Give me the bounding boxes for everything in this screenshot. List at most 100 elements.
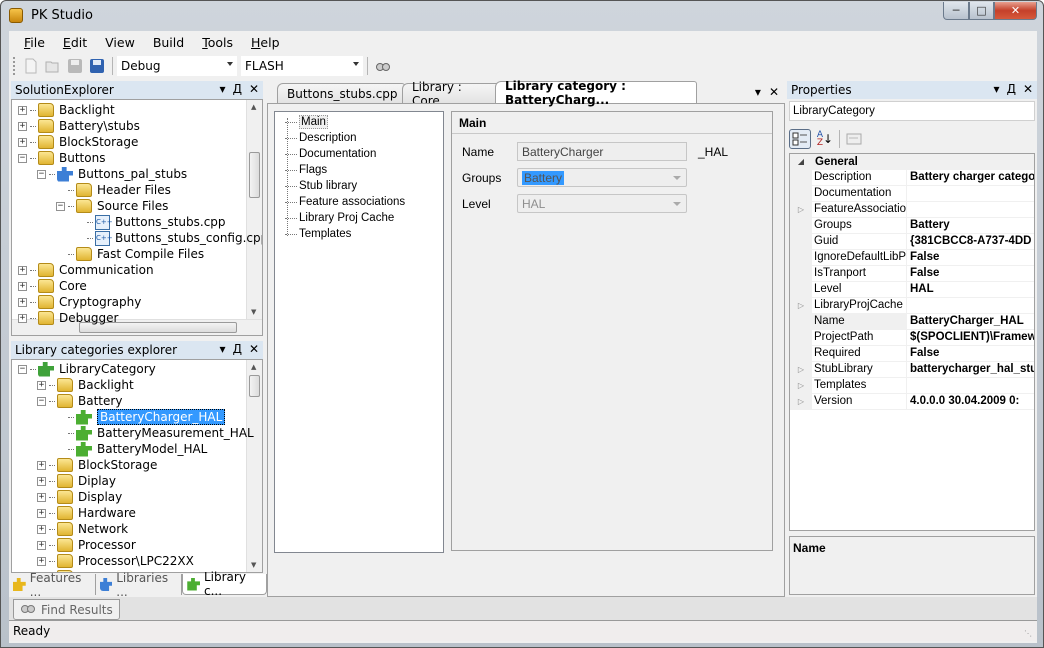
alphabetical-button[interactable]: A Z ↓ bbox=[814, 129, 836, 149]
property-pages-button[interactable] bbox=[843, 129, 865, 149]
property-row[interactable]: IgnoreDefaultLibPathFalse bbox=[790, 250, 1034, 266]
property-row[interactable]: Description Battery charger category bbox=[790, 170, 1034, 186]
tree-item[interactable]: + BlockStorage bbox=[37, 457, 157, 473]
property-value[interactable]: 4.0.0.0 30.04.2009 0: bbox=[907, 394, 1034, 410]
save-icon[interactable] bbox=[67, 58, 83, 74]
find-icon[interactable] bbox=[375, 58, 391, 74]
close-document-icon[interactable]: ✕ bbox=[769, 85, 779, 99]
categorized-button[interactable] bbox=[789, 129, 811, 149]
expand-icon[interactable]: + bbox=[18, 313, 27, 323]
tree-item[interactable]: + Network bbox=[37, 521, 128, 537]
toolbar-grip[interactable] bbox=[13, 57, 16, 75]
collapse-triangle-icon[interactable]: ◢ bbox=[790, 154, 812, 170]
expand-icon[interactable]: + bbox=[37, 556, 46, 566]
expand-icon[interactable]: + bbox=[37, 524, 46, 534]
tree-item[interactable]: BatteryModel_HAL bbox=[56, 441, 207, 457]
nav-item[interactable]: Templates bbox=[285, 226, 351, 242]
tree-item[interactable]: + Display bbox=[37, 489, 122, 505]
property-value[interactable]: False bbox=[907, 346, 1034, 362]
vertical-scrollbar[interactable]: ▲ ▼ bbox=[246, 360, 262, 572]
property-value[interactable] bbox=[907, 378, 1034, 394]
tree-item[interactable]: − Source Files bbox=[56, 198, 168, 214]
expand-icon[interactable]: + bbox=[18, 297, 27, 307]
menu-edit[interactable]: Edit bbox=[54, 35, 96, 50]
property-value[interactable]: Battery bbox=[907, 218, 1034, 234]
minimize-button[interactable]: ─ bbox=[943, 2, 969, 20]
tree-item[interactable]: + Backlight bbox=[37, 377, 134, 393]
menu-tools[interactable]: Tools bbox=[193, 35, 242, 50]
menu-help[interactable]: Help bbox=[242, 35, 289, 50]
dropdown-icon[interactable]: ▾ bbox=[994, 82, 1000, 96]
tree-item[interactable]: + Communication bbox=[18, 262, 154, 278]
property-category[interactable]: ◢ General bbox=[790, 154, 1034, 170]
left-panel-tab[interactable]: Features ... bbox=[9, 571, 96, 599]
scroll-down-icon[interactable]: ▼ bbox=[251, 561, 256, 569]
properties-object-selector[interactable]: LibraryCategory bbox=[789, 101, 1035, 121]
property-row[interactable]: Required False bbox=[790, 346, 1034, 362]
nav-item[interactable]: Main bbox=[285, 114, 328, 130]
tree-item[interactable]: − LibraryCategory bbox=[18, 361, 156, 377]
property-row[interactable]: Level HAL bbox=[790, 282, 1034, 298]
property-value[interactable]: False bbox=[907, 266, 1034, 282]
level-select[interactable]: HAL bbox=[517, 194, 687, 213]
expand-icon[interactable]: + bbox=[37, 508, 46, 518]
menu-file[interactable]: File bbox=[15, 35, 54, 50]
tree-item[interactable]: + Debugger bbox=[18, 310, 118, 326]
expand-icon[interactable]: + bbox=[18, 121, 27, 131]
expand-icon[interactable]: + bbox=[37, 540, 46, 550]
collapse-icon[interactable]: − bbox=[18, 153, 27, 163]
tree-item[interactable]: C++ Buttons_stubs_config.cpp bbox=[75, 230, 262, 246]
property-row[interactable]: ▷ Version 4.0.0.0 30.04.2009 0: bbox=[790, 394, 1034, 410]
open-folder-icon[interactable] bbox=[45, 58, 61, 74]
expand-icon[interactable]: + bbox=[37, 380, 46, 390]
tree-item[interactable]: + Diplay bbox=[37, 473, 116, 489]
tree-item[interactable]: + BlockStorage bbox=[18, 134, 138, 150]
tab-list-icon[interactable]: ▾ bbox=[755, 85, 761, 99]
vertical-scrollbar[interactable]: ▲ ▼ bbox=[246, 100, 262, 319]
property-value[interactable]: {381CBCC8-A737-4DD bbox=[907, 234, 1034, 250]
left-panel-tab[interactable]: Libraries ... bbox=[96, 571, 183, 599]
tree-item[interactable]: BatteryCharger_HAL bbox=[56, 409, 226, 425]
platform-select[interactable]: FLASH bbox=[241, 56, 363, 76]
expand-icon[interactable]: + bbox=[18, 105, 27, 115]
pin-icon[interactable]: Д bbox=[1007, 82, 1016, 96]
expand-triangle-icon[interactable]: ▷ bbox=[790, 394, 812, 410]
nav-item[interactable]: Flags bbox=[285, 162, 327, 178]
new-file-icon[interactable] bbox=[23, 58, 39, 74]
tree-item[interactable]: − Buttons_pal_stubs bbox=[37, 166, 187, 182]
configuration-select[interactable]: Debug bbox=[117, 56, 237, 76]
resize-grip-icon[interactable]: ⋱ bbox=[1024, 629, 1034, 639]
property-row[interactable]: Documentation bbox=[790, 186, 1034, 202]
tree-item[interactable]: + Battery\stubs bbox=[18, 118, 140, 134]
tree-item[interactable]: − Buttons bbox=[18, 150, 105, 166]
property-row[interactable]: Groups Battery bbox=[790, 218, 1034, 234]
menu-build[interactable]: Build bbox=[144, 35, 193, 50]
tree-item[interactable]: + Cryptography bbox=[18, 294, 141, 310]
tree-item[interactable]: Fast Compile Files bbox=[56, 246, 204, 262]
expand-triangle-icon[interactable]: ▷ bbox=[790, 362, 812, 378]
expand-icon[interactable]: + bbox=[18, 281, 27, 291]
tree-item[interactable]: + Core bbox=[18, 278, 87, 294]
nav-item[interactable]: Stub library bbox=[285, 178, 357, 194]
expand-triangle-icon[interactable]: ▷ bbox=[790, 298, 812, 314]
tree-item[interactable]: − Battery bbox=[37, 393, 122, 409]
groups-select[interactable]: Battery bbox=[517, 168, 687, 187]
close-icon[interactable]: ✕ bbox=[249, 342, 259, 356]
property-row[interactable]: ▷ Templates bbox=[790, 378, 1034, 394]
find-results-tab[interactable]: Find Results bbox=[13, 599, 120, 620]
nav-item[interactable]: Library Proj Cache bbox=[285, 210, 394, 226]
expand-icon[interactable]: + bbox=[37, 492, 46, 502]
tree-item[interactable]: + Hardware bbox=[37, 505, 136, 521]
property-value[interactable] bbox=[907, 202, 1034, 218]
menu-view[interactable]: View bbox=[96, 35, 144, 50]
property-value[interactable]: batterycharger_hal_stubs bbox=[907, 362, 1034, 378]
close-icon[interactable]: ✕ bbox=[1023, 82, 1033, 96]
save-all-icon[interactable] bbox=[89, 58, 105, 74]
tree-item[interactable]: Header Files bbox=[56, 182, 171, 198]
scrollbar-thumb[interactable] bbox=[249, 152, 260, 198]
expand-triangle-icon[interactable]: ▷ bbox=[790, 378, 812, 394]
dropdown-icon[interactable]: ▾ bbox=[220, 82, 226, 96]
expand-icon[interactable]: + bbox=[37, 460, 46, 470]
scroll-down-icon[interactable]: ▼ bbox=[251, 308, 256, 316]
expand-icon[interactable]: + bbox=[37, 476, 46, 486]
